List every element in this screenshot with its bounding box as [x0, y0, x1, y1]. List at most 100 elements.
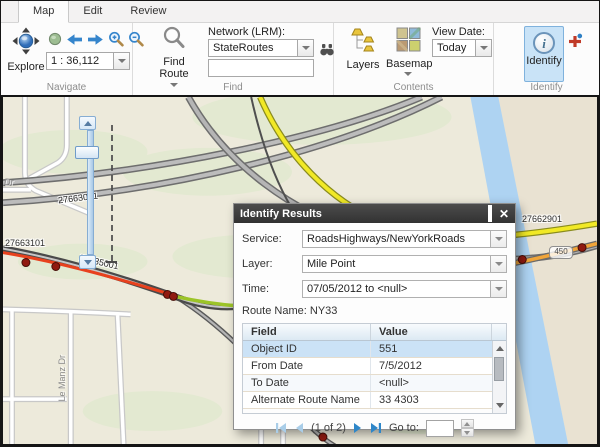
network-lrm-combobox[interactable]: StateRoutes — [208, 39, 314, 57]
basemap-label: Basemap — [386, 58, 430, 70]
map-scale-combobox[interactable]: 1 : 36,112 — [46, 52, 130, 70]
goto-spinner — [461, 419, 474, 437]
first-page-button[interactable] — [275, 422, 287, 434]
service-dropdown-button[interactable] — [491, 230, 507, 248]
chevron-down-icon — [480, 46, 488, 50]
identify-results-dialog: Identify Results ✕ Service: RoadsHighway… — [233, 203, 516, 430]
cell-field: From Date — [243, 358, 371, 374]
spinner-down-button[interactable] — [461, 428, 474, 437]
next-extent-arrow-icon[interactable] — [86, 32, 105, 47]
time-dropdown-button[interactable] — [491, 280, 507, 298]
service-label: Service: — [242, 233, 302, 245]
map-frame: 27663001 27663101 27935001 27662901 Le M… — [1, 95, 599, 446]
group-label-navigate: Navigate — [1, 82, 132, 93]
view-date-combobox[interactable]: Today — [432, 39, 492, 57]
identify-button[interactable]: i Identify — [524, 26, 564, 82]
basemap-dropdown-caret[interactable] — [404, 72, 412, 76]
previous-page-icon — [294, 422, 304, 434]
previous-extent-arrow-icon[interactable] — [65, 32, 84, 47]
identify-label: Identify — [525, 55, 563, 67]
next-page-button[interactable] — [353, 422, 363, 434]
map-canvas[interactable]: 27663001 27663101 27935001 27662901 Le M… — [3, 97, 597, 444]
red-plus-info-icon — [567, 33, 583, 49]
group-label-find: Find — [133, 82, 333, 93]
zoom-slider-handle[interactable] — [75, 146, 99, 159]
route-search-input[interactable] — [208, 59, 314, 77]
table-body: Object ID 551 From Date 7/5/2012 To Date… — [243, 341, 506, 413]
table-row[interactable]: Alternate Route Name 33 4303 — [243, 392, 506, 409]
identify-point-button[interactable] — [566, 32, 584, 50]
network-dropdown-button[interactable] — [298, 39, 314, 57]
full-extent-globe-icon[interactable] — [47, 31, 63, 47]
group-label-identify: Identify — [494, 82, 599, 93]
triangle-down-icon — [84, 260, 92, 265]
cell-field: Object ID — [243, 341, 371, 357]
chevron-down-icon — [118, 59, 126, 63]
network-lrm-value: StateRoutes — [208, 39, 298, 57]
zoom-slider-ticks — [111, 125, 113, 261]
maximize-icon — [488, 205, 492, 222]
layers-button[interactable]: Layers — [342, 27, 384, 71]
page-indicator: (1 of 2) — [311, 422, 346, 434]
triangle-up-icon — [464, 422, 470, 426]
zoom-slider-end-tick — [106, 261, 117, 263]
view-date-dropdown-button[interactable] — [476, 39, 492, 57]
scroll-thumb[interactable] — [494, 357, 504, 381]
ribbon-tab-bar: Map Edit Review — [1, 1, 599, 23]
tab-map[interactable]: Map — [18, 0, 69, 23]
table-row[interactable]: To Date <null> — [243, 375, 506, 392]
layer-label: Layer: — [242, 258, 302, 270]
find-route-button[interactable]: Find Route — [151, 25, 197, 87]
layer-row: Layer: Mile Point — [242, 255, 507, 273]
time-combobox[interactable]: 07/05/2012 to <null> — [302, 280, 507, 298]
tab-edit[interactable]: Edit — [69, 1, 116, 22]
group-navigate: Explore — [1, 23, 133, 95]
maximize-button[interactable] — [488, 208, 492, 220]
layer-value: Mile Point — [302, 255, 491, 273]
cell-field: Alternate Route Name — [243, 392, 371, 408]
first-page-icon — [275, 422, 287, 434]
basemap-button[interactable]: Basemap — [386, 27, 430, 76]
layer-dropdown-button[interactable] — [491, 255, 507, 273]
pagination-bar: (1 of 2) Go to: — [242, 419, 507, 437]
table-scrollbar[interactable] — [492, 341, 506, 413]
next-page-icon — [353, 422, 363, 434]
explore-button[interactable]: Explore — [4, 27, 48, 73]
dialog-title-bar[interactable]: Identify Results ✕ — [234, 204, 515, 223]
route-name-row: Route Name: NY33 — [242, 305, 507, 317]
scroll-down-icon[interactable] — [496, 403, 504, 408]
chevron-down-icon — [495, 237, 503, 241]
service-combobox[interactable]: RoadsHighways/NewYorkRoads — [302, 230, 507, 248]
triangle-down-icon — [464, 431, 470, 435]
close-button[interactable]: ✕ — [499, 209, 509, 219]
scroll-up-icon[interactable] — [496, 346, 504, 351]
time-label: Time: — [242, 283, 302, 295]
route-name-value: NY33 — [310, 305, 338, 317]
ribbon: Map Edit Review Explore — [1, 1, 599, 95]
layers-tree-icon — [350, 27, 377, 53]
tab-review[interactable]: Review — [116, 1, 180, 22]
cell-value: <null> — [371, 375, 506, 391]
view-date-label: View Date: — [432, 26, 485, 38]
chevron-down-icon — [495, 287, 503, 291]
scale-dropdown-button[interactable] — [114, 52, 130, 70]
route-label-27662901: 27662901 — [522, 214, 562, 224]
ribbon-toolbar: Explore — [1, 23, 599, 95]
group-identify: i Identify Identify — [494, 23, 599, 95]
previous-page-button[interactable] — [294, 422, 304, 434]
zoom-slider-down-button[interactable] — [79, 255, 96, 269]
spinner-up-button[interactable] — [461, 419, 474, 428]
goto-page-input[interactable] — [426, 420, 454, 437]
zoom-slider-up-button[interactable] — [79, 116, 96, 130]
last-page-button[interactable] — [370, 422, 382, 434]
network-lrm-label: Network (LRM): — [208, 26, 285, 38]
group-label-contents: Contents — [334, 82, 493, 93]
table-row[interactable]: Object ID 551 — [243, 341, 506, 358]
zoom-in-icon[interactable] — [107, 30, 125, 48]
route-shield-450: 450 — [549, 246, 573, 259]
layer-combobox[interactable]: Mile Point — [302, 255, 507, 273]
table-row[interactable]: From Date 7/5/2012 — [243, 358, 506, 375]
magnifier-icon — [161, 25, 187, 51]
group-find: Find Route Network (LRM): StateRoutes — [133, 23, 334, 95]
cell-field: To Date — [243, 375, 371, 391]
